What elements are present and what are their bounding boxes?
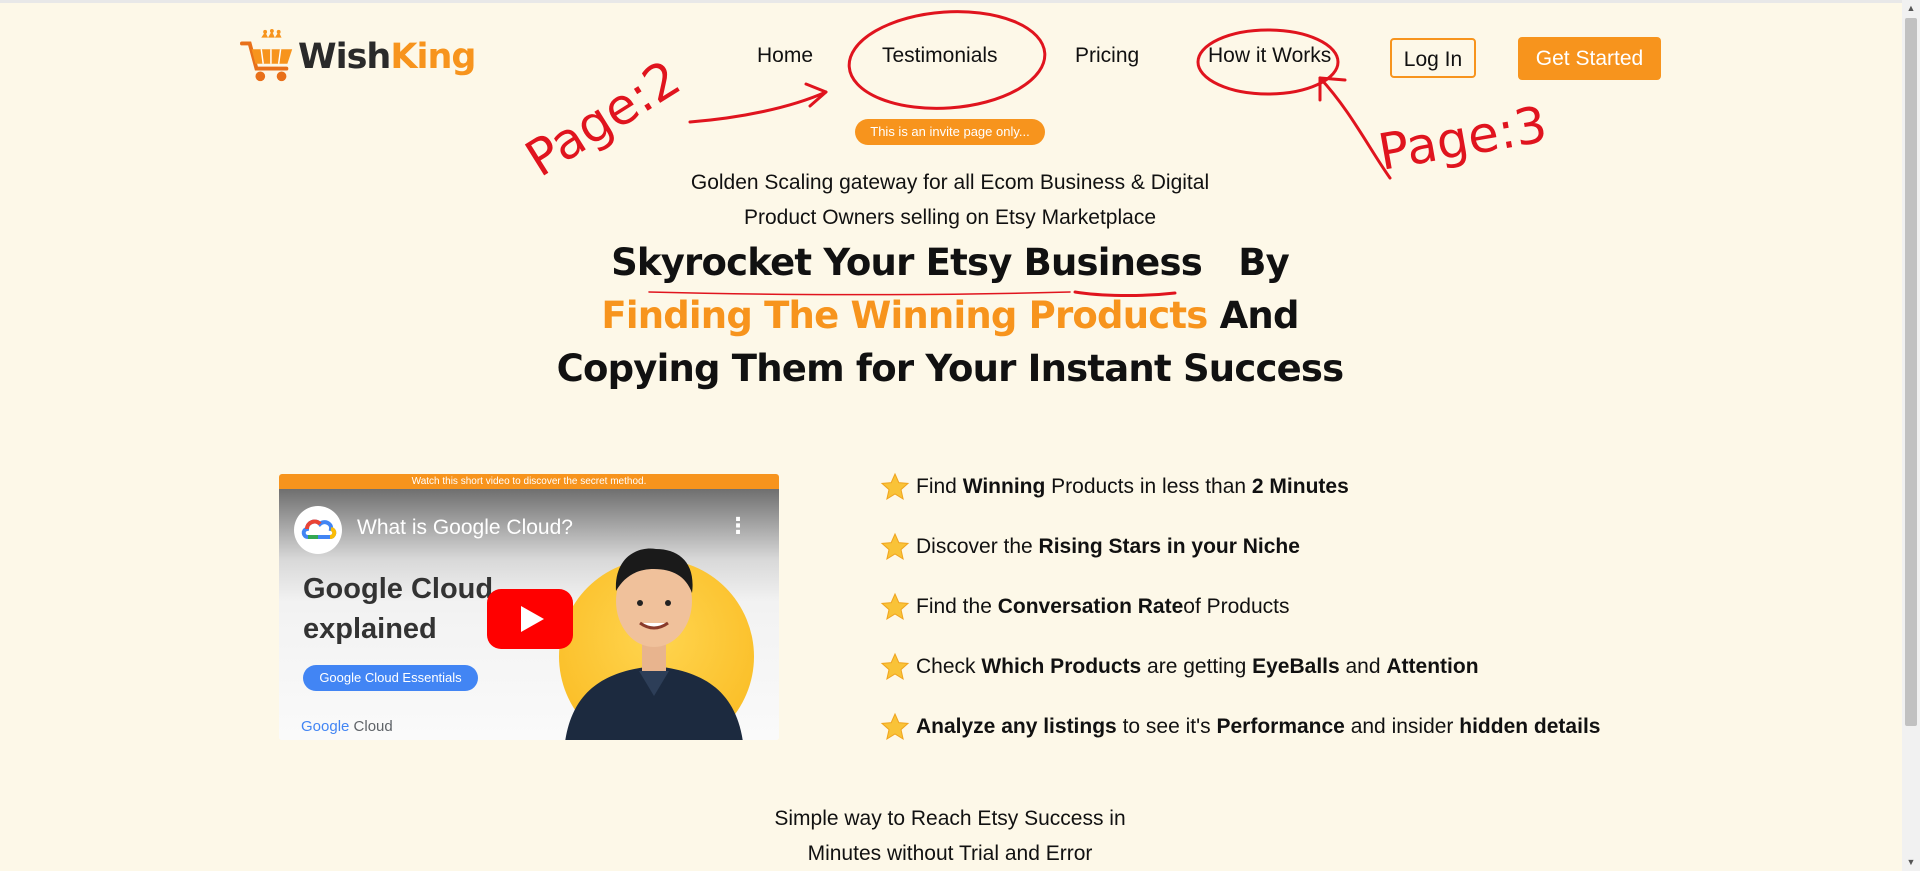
google-cloud-channel-icon[interactable]: [294, 506, 342, 554]
feature-plain-text: and insider: [1344, 715, 1460, 738]
vertical-scrollbar[interactable]: ▲ ▼: [1902, 0, 1920, 871]
feature-plain-text: Find: [916, 475, 963, 498]
feature-item: Discover the Rising Stars in your Niche: [880, 532, 1300, 562]
wishking-logo[interactable]: WishKing: [240, 28, 476, 86]
feature-bold-text: hidden details: [1459, 715, 1601, 738]
feature-bold-text: Performance: [1216, 715, 1345, 738]
feature-plain-text: are getting: [1141, 655, 1253, 678]
section-intro-line-1: Simple way to Reach Etsy Success in: [774, 807, 1126, 830]
feature-text: Discover the Rising Stars in your Niche: [916, 535, 1300, 559]
subheading-line-2: Product Owners selling on Etsy Marketpla…: [743, 206, 1156, 229]
feature-plain-text: Find the: [916, 595, 998, 618]
section-intro-line-2: Minutes without Trial and Error: [807, 842, 1093, 865]
feature-item: Find the Conversation Rateof Products: [880, 592, 1290, 622]
feature-plain-text: of Products: [1183, 595, 1290, 618]
feature-bold-text: Conversation Rate: [997, 595, 1184, 618]
brand-king: King: [390, 37, 476, 77]
feature-plain-text: Discover the: [916, 535, 1039, 558]
presenter-image: [565, 548, 743, 740]
feature-plain-text: Check: [916, 655, 982, 678]
feature-text: Check Which Products are getting EyeBall…: [916, 655, 1479, 679]
arrow-left: [688, 90, 828, 124]
feature-plain-text: to see it's: [1116, 715, 1217, 738]
google-cloud-logo: Google Cloud: [301, 718, 393, 735]
youtube-play-icon[interactable]: [487, 589, 573, 649]
more-options-icon[interactable]: ⋮: [727, 513, 749, 539]
window-top-border: [0, 0, 1920, 3]
nav-testimonials[interactable]: Testimonials: [882, 44, 998, 68]
scroll-up-icon[interactable]: ▲: [1902, 0, 1920, 17]
google-logo-text: Google: [301, 718, 350, 735]
nav-pricing[interactable]: Pricing: [1075, 44, 1139, 68]
headline-part-1: Skyrocket Your Etsy Business: [611, 241, 1203, 284]
scrollbar-thumb[interactable]: [1905, 18, 1917, 726]
cart-crown-icon: [240, 28, 293, 82]
annotation-page-2: Page:2: [516, 49, 691, 188]
feature-text: Find the Conversation Rateof Products: [916, 595, 1290, 619]
headline-line-1: Skyrocket Your Etsy Business By: [460, 241, 1440, 284]
star-icon: [880, 712, 910, 741]
feature-plain-text: Products in less than: [1045, 475, 1252, 498]
video-embed[interactable]: Watch this short video to discover the s…: [279, 474, 779, 740]
feature-bold-text: EyeBalls: [1252, 655, 1340, 678]
star-icon: [880, 472, 910, 501]
video-chip: Google Cloud Essentials: [303, 665, 478, 691]
feature-bold-text: Rising Stars in your Niche: [1038, 535, 1300, 558]
feature-item: Check Which Products are getting EyeBall…: [880, 652, 1479, 682]
feature-text: Find Winning Products in less than 2 Min…: [916, 475, 1349, 499]
brand-wish: Wish: [298, 37, 391, 77]
feature-plain-text: and: [1339, 655, 1387, 678]
cloud-logo-text: Cloud: [353, 718, 393, 735]
nav-how-it-works[interactable]: How it Works: [1208, 44, 1331, 68]
arrow-right: [1318, 76, 1392, 180]
headline-part-1-end: By: [1238, 241, 1290, 284]
feature-text: Analyze any listings to see it's Perform…: [916, 715, 1600, 739]
feature-item: Find Winning Products in less than 2 Min…: [880, 472, 1349, 502]
subheading-line-1: Golden Scaling gateway for all Ecom Busi…: [690, 171, 1210, 194]
headline-highlight: Finding The Winning Products: [601, 294, 1208, 337]
video-banner: Watch this short video to discover the s…: [279, 474, 779, 489]
star-icon: [880, 592, 910, 621]
feature-bold-text: Winning: [962, 475, 1046, 498]
feature-bold-text: Attention: [1386, 655, 1479, 678]
star-icon: [880, 532, 910, 561]
annotation-page-3: Page:3: [1374, 95, 1551, 182]
video-title[interactable]: What is Google Cloud?: [357, 516, 573, 540]
feature-item: Analyze any listings to see it's Perform…: [880, 712, 1600, 742]
headline-part-2-end: And: [1219, 294, 1300, 337]
headline-line-2: Finding The Winning Products And: [460, 294, 1440, 337]
headline-line-3: Copying Them for Your Instant Success: [556, 347, 1345, 390]
feature-bold-text: Which Products: [981, 655, 1142, 678]
login-button[interactable]: Log In: [1390, 38, 1476, 78]
invite-badge: This is an invite page only...: [855, 119, 1045, 145]
get-started-button[interactable]: Get Started: [1518, 37, 1661, 80]
feature-bold-text: Analyze any listings: [916, 715, 1117, 738]
star-icon: [880, 652, 910, 681]
video-thumbnail: What is Google Cloud? ⋮ Google Cloud exp…: [279, 489, 779, 740]
nav-home[interactable]: Home: [757, 44, 813, 68]
feature-bold-text: 2 Minutes: [1251, 475, 1349, 498]
scroll-down-icon[interactable]: ▼: [1902, 854, 1920, 871]
